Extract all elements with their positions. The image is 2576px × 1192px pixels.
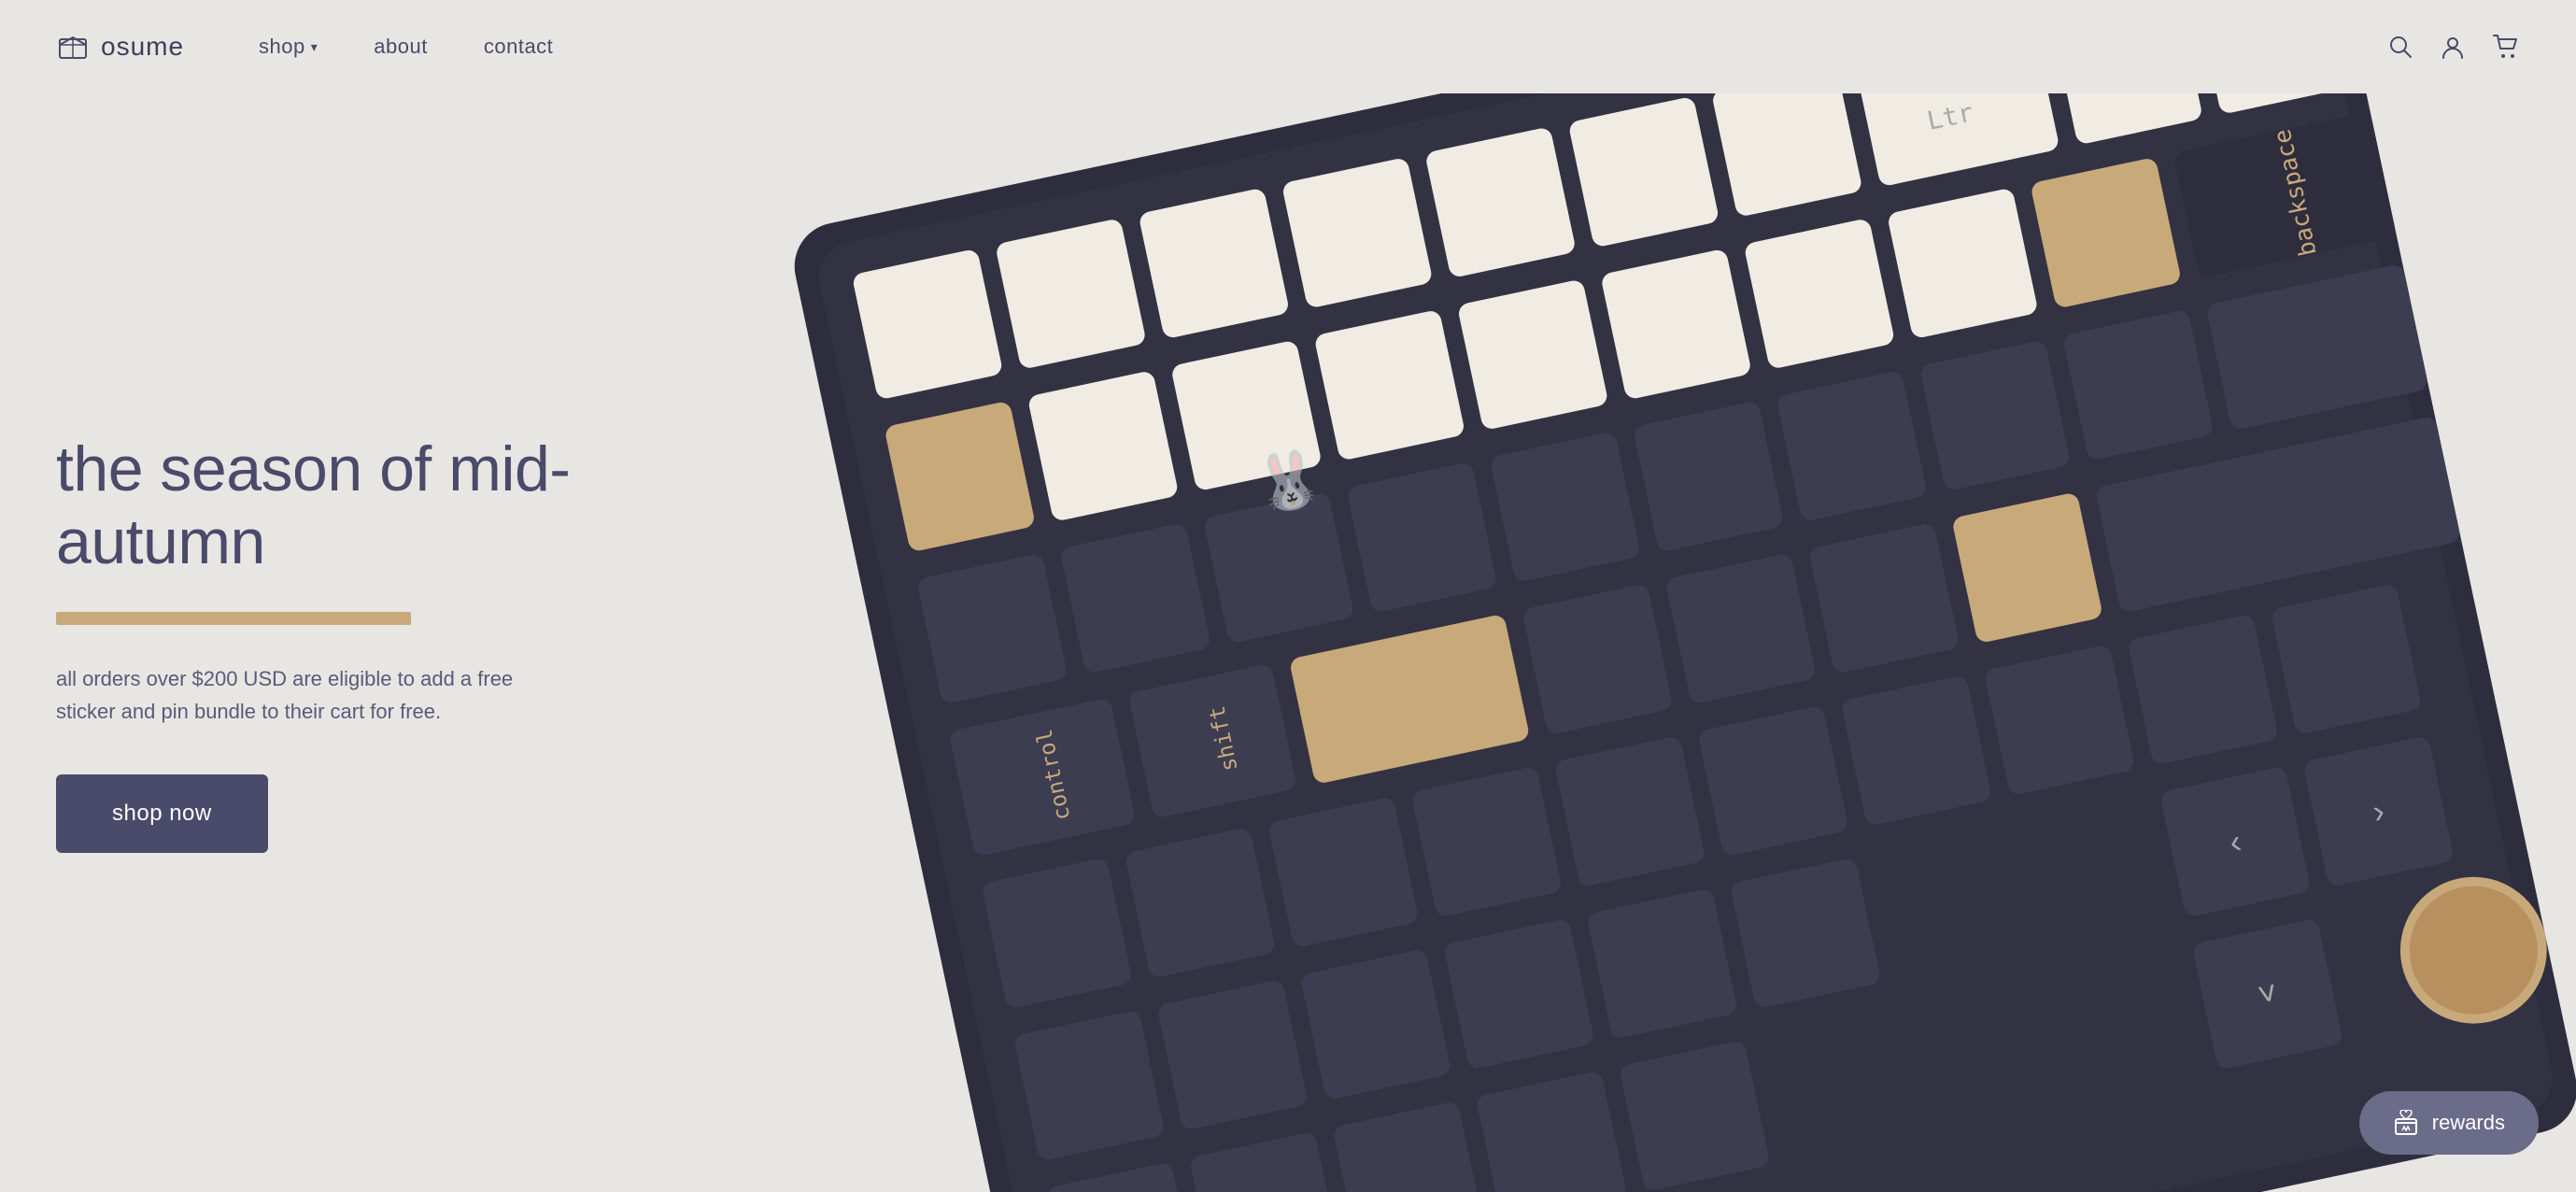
nav-contact[interactable]: contact (484, 35, 553, 59)
cart-button[interactable] (2492, 34, 2520, 60)
rewards-icon (2393, 1110, 2419, 1136)
hero-section: the season of mid-autumn all orders over… (0, 93, 2576, 1192)
hero-subtitle: all orders over $200 USD are eligible to… (56, 662, 560, 728)
main-nav: shop ▾ about contact (259, 35, 553, 59)
keyboard-image: Ltr = backspace (642, 93, 2576, 1192)
account-button[interactable] (2440, 34, 2466, 60)
logo[interactable]: osume (56, 30, 184, 64)
logo-icon (56, 30, 90, 64)
hero-title: the season of mid-autumn (56, 433, 598, 578)
chevron-down-icon: ▾ (311, 39, 318, 55)
hero-divider (56, 612, 411, 625)
search-icon (2387, 34, 2413, 60)
shop-now-button[interactable]: shop now (56, 774, 268, 853)
rewards-button[interactable]: rewards (2359, 1091, 2539, 1155)
brand-name: osume (101, 32, 184, 62)
nav-shop[interactable]: shop ▾ (259, 35, 318, 59)
nav-about[interactable]: about (374, 35, 428, 59)
hero-content: the season of mid-autumn all orders over… (0, 93, 654, 1192)
rewards-label: rewards (2432, 1111, 2505, 1135)
search-button[interactable] (2387, 34, 2413, 60)
header-icons (2387, 34, 2520, 60)
user-icon (2440, 34, 2466, 60)
cart-icon (2492, 34, 2520, 60)
